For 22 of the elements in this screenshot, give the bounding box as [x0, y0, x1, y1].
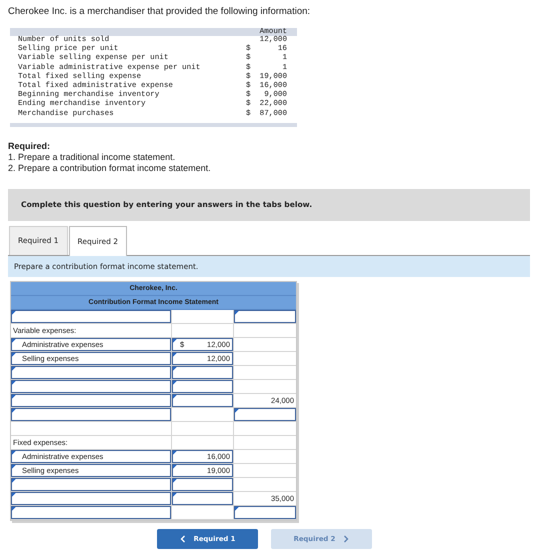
input-field[interactable]	[234, 310, 296, 323]
input-field[interactable]	[172, 478, 233, 491]
input-field[interactable]	[11, 310, 171, 323]
input-field[interactable]	[234, 506, 296, 519]
input-field[interactable]	[11, 478, 171, 491]
input-field[interactable]	[11, 380, 171, 393]
input-field[interactable]	[172, 394, 233, 407]
input-field[interactable]	[172, 492, 233, 505]
requirement-text: 1. Prepare a traditional income statement.	[8, 152, 176, 163]
input-field[interactable]	[234, 408, 296, 421]
input-field[interactable]	[11, 366, 171, 379]
input-field[interactable]	[11, 408, 171, 421]
chevron-right-icon	[343, 534, 350, 543]
input-field[interactable]	[172, 366, 233, 379]
requirement-text: 2. Prepare a contribution format income statement.	[8, 162, 212, 174]
input-field[interactable]	[11, 492, 171, 505]
input-field[interactable]	[172, 380, 233, 393]
input-field[interactable]	[11, 506, 171, 519]
chevron-left-icon	[180, 534, 186, 543]
intro-text: Cherokee Inc. is a merchandiser that provided the following information:	[8, 6, 312, 18]
input-field[interactable]	[11, 394, 171, 407]
required-heading: Required:	[8, 140, 52, 152]
